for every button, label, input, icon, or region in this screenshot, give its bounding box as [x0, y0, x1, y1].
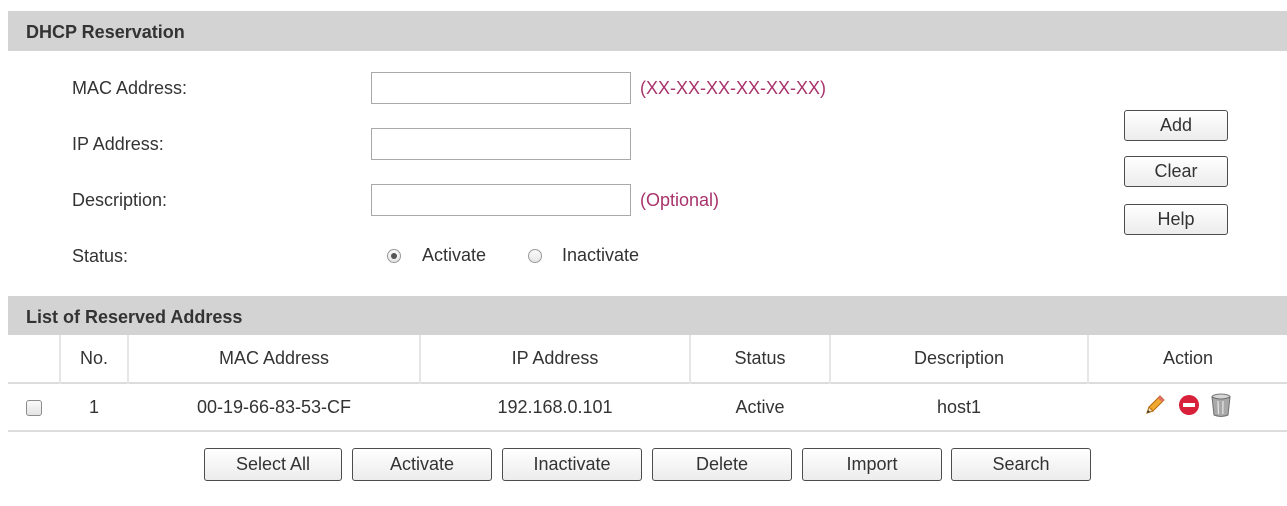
- inactivate-button[interactable]: Inactivate: [502, 448, 642, 481]
- table-header-row: No. MAC Address IP Address Status Descri…: [8, 335, 1287, 383]
- status-activate-radio[interactable]: [387, 249, 401, 263]
- reserved-list-header: List of Reserved Address: [8, 296, 1287, 336]
- mac-format-hint: (XX-XX-XX-XX-XX-XX): [640, 78, 827, 98]
- row-ip: 192.168.0.101: [420, 382, 690, 432]
- row-no: 1: [60, 382, 128, 432]
- delete-button[interactable]: Delete: [652, 448, 792, 481]
- row-status: Active: [690, 382, 830, 432]
- row-description: host1: [830, 382, 1088, 432]
- column-header-mac: MAC Address: [128, 335, 421, 383]
- mac-address-input[interactable]: [371, 72, 631, 104]
- ip-address-input[interactable]: [371, 128, 631, 160]
- row-mac: 00-19-66-83-53-CF: [128, 382, 420, 432]
- description-label: Description:: [72, 190, 168, 210]
- import-button[interactable]: Import: [802, 448, 942, 481]
- row-select-cell: [8, 382, 60, 432]
- ip-address-label: IP Address:: [72, 134, 164, 154]
- activate-button[interactable]: Activate: [352, 448, 492, 481]
- mac-address-label: MAC Address:: [72, 78, 188, 98]
- column-header-action: Action: [1088, 335, 1287, 383]
- description-optional-hint: (Optional): [640, 190, 720, 210]
- row-checkbox[interactable]: [26, 399, 42, 416]
- column-header-status: Status: [690, 335, 831, 383]
- status-inactivate-radio[interactable]: [528, 249, 542, 263]
- description-input[interactable]: [371, 184, 631, 216]
- table-row: 1 00-19-66-83-53-CF 192.168.0.101 Active…: [8, 382, 1287, 432]
- clear-button[interactable]: Clear: [1124, 156, 1228, 187]
- reserved-address-table: No. MAC Address IP Address Status Descri…: [8, 335, 1287, 432]
- column-header-select: [8, 335, 61, 383]
- column-header-description: Description: [830, 335, 1089, 383]
- dhcp-reservation-header: DHCP Reservation: [8, 11, 1287, 51]
- column-header-ip: IP Address: [420, 335, 691, 383]
- delete-icon[interactable]: [1210, 392, 1232, 423]
- edit-icon[interactable]: [1143, 393, 1167, 422]
- status-activate-label[interactable]: Activate: [422, 245, 486, 266]
- help-button[interactable]: Help: [1124, 204, 1228, 235]
- status-label: Status:: [72, 246, 129, 266]
- search-button[interactable]: Search: [951, 448, 1091, 481]
- disable-icon[interactable]: [1177, 393, 1201, 422]
- status-inactivate-label[interactable]: Inactivate: [562, 245, 639, 266]
- add-button[interactable]: Add: [1124, 110, 1228, 141]
- column-header-no: No.: [60, 335, 129, 383]
- select-all-button[interactable]: Select All: [204, 448, 342, 481]
- row-actions: [1088, 382, 1287, 432]
